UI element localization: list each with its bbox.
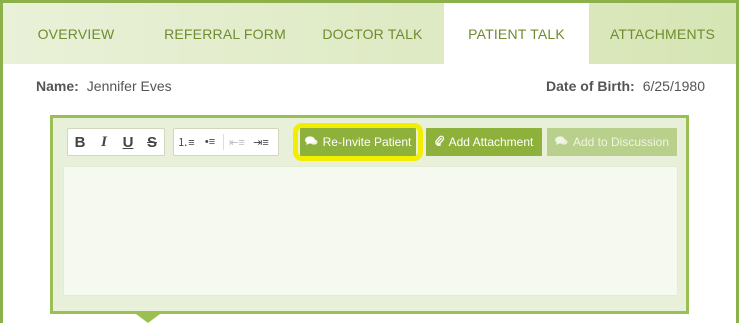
chat-bubbles-icon (554, 135, 568, 149)
indent-icon[interactable]: ⇥≡ (249, 129, 273, 155)
add-attachment-button[interactable]: Add Attachment (426, 128, 542, 156)
ordered-list-icon[interactable]: ⒈≡ (174, 129, 198, 155)
add-to-discussion-label: Add to Discussion (572, 135, 670, 149)
add-attachment-label: Add Attachment (448, 135, 534, 149)
reinvite-patient-button[interactable]: Re-Invite Patient (300, 128, 416, 156)
reinvite-patient-label: Re-Invite Patient (322, 135, 412, 149)
patient-name-label: Name: (36, 78, 79, 94)
text-format-group: B I U S (67, 128, 165, 156)
list-format-group: ⒈≡ •≡ ⇤≡ ⇥≡ (173, 128, 279, 156)
tab-doctor-talk[interactable]: DOCTOR TALK (301, 3, 444, 64)
tab-referral-form[interactable]: REFERRAL FORM (149, 3, 301, 64)
tab-attachments[interactable]: ATTACHMENTS (589, 3, 736, 64)
message-textarea[interactable] (63, 166, 678, 296)
outdent-icon[interactable]: ⇤≡ (225, 129, 249, 155)
patient-name: Name: Jennifer Eves (36, 78, 172, 94)
tab-patient-talk[interactable]: PATIENT TALK (444, 3, 589, 64)
patient-dob-label: Date of Birth: (546, 78, 635, 94)
patient-dob-value: 6/25/1980 (642, 78, 705, 94)
underline-button[interactable]: U (116, 129, 140, 155)
chat-bubbles-icon (304, 135, 318, 149)
patient-dob: Date of Birth: 6/25/1980 (546, 78, 705, 94)
tab-bar: OVERVIEW REFERRAL FORM DOCTOR TALK PATIE… (3, 3, 736, 64)
tab-overview[interactable]: OVERVIEW (3, 3, 149, 64)
unordered-list-icon[interactable]: •≡ (198, 129, 222, 155)
italic-button[interactable]: I (92, 129, 116, 155)
bold-button[interactable]: B (68, 129, 92, 155)
toolbar-divider (223, 134, 224, 150)
message-editor: B I U S ⒈≡ •≡ ⇤≡ ⇥≡ Re-Invite Patient Ad… (50, 115, 689, 314)
strikethrough-button[interactable]: S (140, 129, 164, 155)
patient-name-value: Jennifer Eves (86, 78, 172, 94)
add-to-discussion-button[interactable]: Add to Discussion (547, 128, 677, 156)
paperclip-icon (434, 135, 444, 149)
callout-pointer (136, 314, 160, 323)
